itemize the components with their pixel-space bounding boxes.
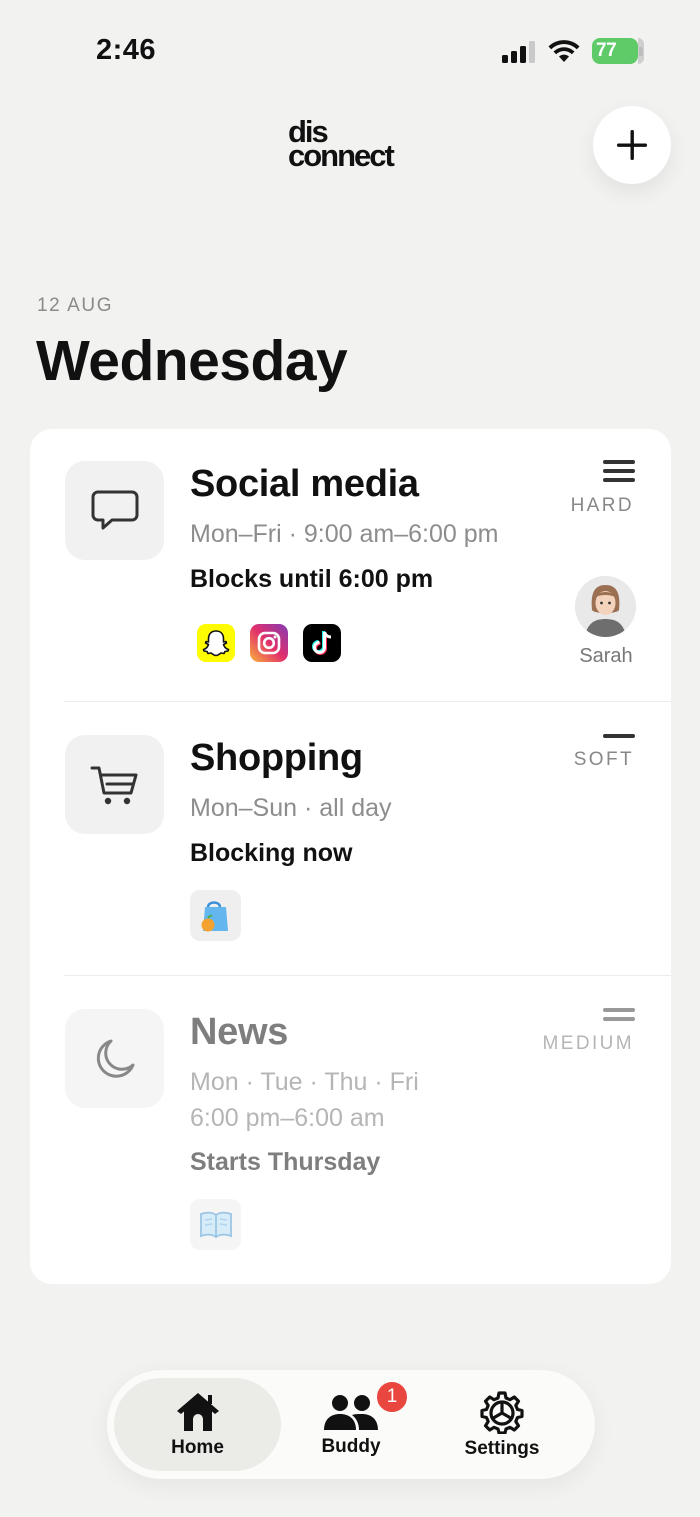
home-icon	[176, 1392, 219, 1431]
tab-settings[interactable]: Settings	[427, 1378, 577, 1471]
date-label: 12 AUG	[37, 295, 114, 316]
tab-label: Home	[171, 1436, 224, 1458]
add-schedule-button[interactable]	[593, 106, 671, 184]
cart-icon	[90, 766, 137, 804]
notification-badge: 1	[375, 1380, 409, 1414]
schedule-status: Blocking now	[190, 839, 353, 867]
category-icon-tile	[65, 1009, 164, 1108]
shopping-bag-icon	[190, 890, 241, 941]
schedule-news[interactable]: News Mon · Tue · Thu · Fri 6:00 pm–6:00 …	[30, 977, 671, 1284]
schedule-shopping[interactable]: Shopping Mon–Sun · all day Blocking now …	[30, 703, 671, 975]
logo-line-2: connect	[288, 138, 395, 173]
app-logo: dis connect	[288, 116, 413, 173]
schedule-title: News	[190, 1011, 289, 1053]
schedule-title: Social media	[190, 463, 419, 505]
schedules-card: Social media Mon–Fri · 9:00 am–6:00 pm B…	[30, 429, 671, 1284]
hard-level-icon	[603, 460, 635, 482]
schedule-status: Starts Thursday	[190, 1148, 381, 1176]
plus-icon	[617, 130, 647, 160]
schedule-days: Mon · Tue · Thu · Fri	[190, 1068, 419, 1096]
strictness-level: HARD	[570, 495, 634, 516]
cellular-signal-icon	[502, 41, 535, 63]
schedule-time: Mon–Fri · 9:00 am–6:00 pm	[190, 520, 499, 548]
strictness-level: SOFT	[573, 749, 634, 770]
battery-indicator: 77	[592, 38, 644, 64]
strictness-level: MEDIUM	[542, 1033, 634, 1054]
chat-bubble-icon	[91, 490, 138, 529]
wifi-icon	[548, 40, 580, 62]
page-title: Wednesday	[36, 329, 348, 393]
schedule-time: Mon–Sun · all day	[190, 794, 392, 822]
schedule-time: 6:00 pm–6:00 am	[190, 1104, 385, 1132]
status-time: 2:46	[96, 34, 157, 66]
battery-level: 77	[596, 40, 617, 61]
tab-bar: Home Buddy 1 Settings	[107, 1370, 595, 1479]
book-icon	[190, 1199, 241, 1250]
buddy-name: Sarah	[579, 645, 633, 667]
moon-icon	[96, 1039, 134, 1078]
schedule-status: Blocks until 6:00 pm	[190, 565, 434, 593]
schedule-title: Shopping	[190, 737, 363, 779]
snapchat-icon	[197, 624, 235, 662]
instagram-icon	[250, 624, 288, 662]
schedule-social-media[interactable]: Social media Mon–Fri · 9:00 am–6:00 pm B…	[30, 429, 671, 701]
soft-level-icon	[603, 734, 635, 738]
tab-label: Buddy	[321, 1435, 381, 1457]
tiktok-icon	[303, 624, 341, 662]
tab-home[interactable]: Home	[114, 1378, 281, 1471]
people-icon	[324, 1394, 378, 1430]
buddy-avatar	[575, 576, 636, 637]
tab-label: Settings	[464, 1437, 540, 1459]
category-icon-tile	[65, 461, 164, 560]
category-icon-tile	[65, 735, 164, 834]
gear-icon	[480, 1390, 524, 1434]
medium-level-icon	[603, 1008, 635, 1021]
divider	[64, 701, 671, 702]
divider	[64, 975, 671, 976]
